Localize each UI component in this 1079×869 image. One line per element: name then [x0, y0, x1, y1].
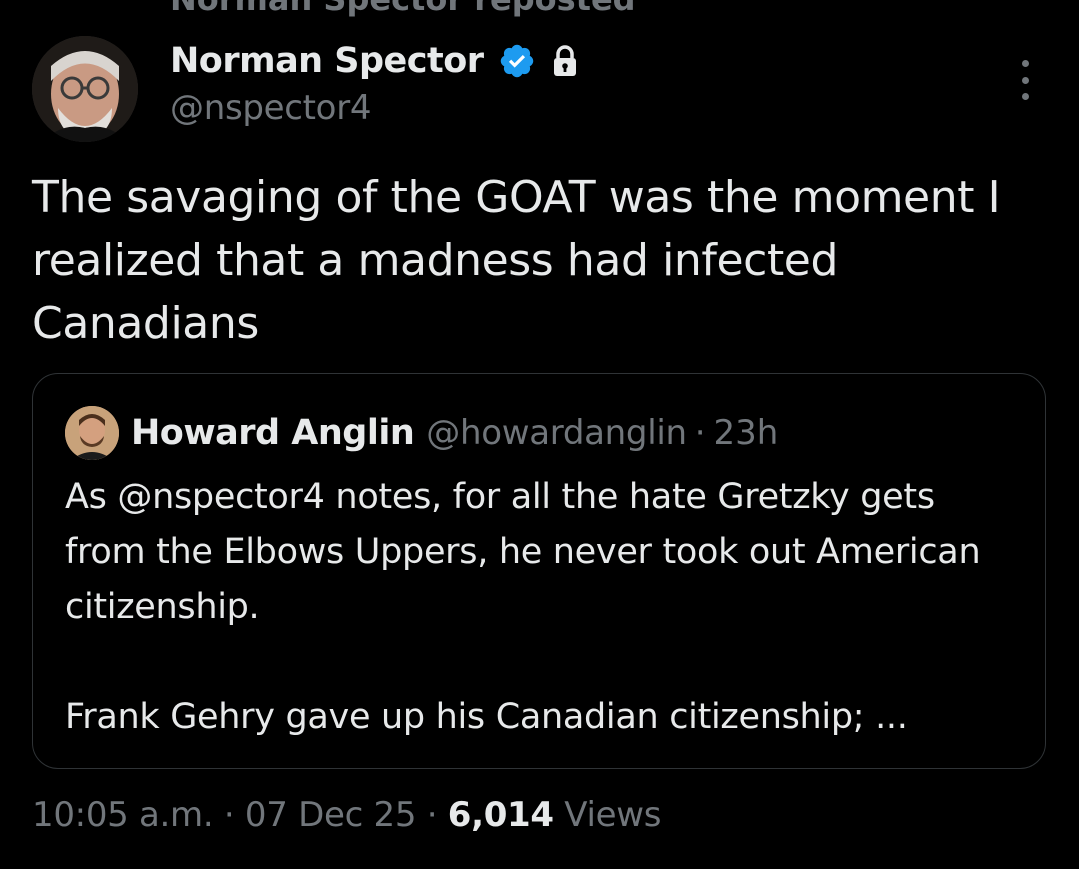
more-options-icon [1021, 93, 1029, 100]
quoted-author-handle[interactable]: @howardanglin [426, 413, 687, 453]
quoted-timestamp[interactable]: 23h [714, 413, 779, 453]
tweet-meta: 10:05 a.m. · 07 Dec 25 · 6,014 Views [32, 795, 661, 835]
author-handle[interactable]: @nspector4 [170, 88, 580, 128]
quoted-separator: · [694, 413, 706, 453]
quoted-tweet-card[interactable]: Howard Anglin @howardanglin · 23h As @ns… [32, 373, 1046, 769]
name-row: Norman Spector [170, 38, 580, 84]
author-display-name[interactable]: Norman Spector [170, 41, 484, 81]
more-options-icon [1021, 60, 1029, 67]
views-label: Views [564, 795, 662, 835]
lock-icon [550, 44, 580, 78]
quoted-author-avatar[interactable] [65, 406, 119, 460]
meta-separator: · [223, 795, 235, 835]
quoted-tweet-paragraph: Frank Gehry gave up his Canadian citizen… [65, 697, 908, 737]
author-avatar[interactable] [32, 36, 138, 142]
tweet-time[interactable]: 10:05 a.m. [32, 795, 214, 835]
more-options-button[interactable] [1010, 60, 1040, 100]
more-options-icon [1021, 76, 1029, 84]
repost-banner: Norman Spector reposted [170, 0, 636, 18]
views-count: 6,014 [447, 795, 554, 835]
quoted-tweet-body: As @nspector4 notes, for all the hate Gr… [65, 470, 1025, 745]
tweet-text: The savaging of the GOAT was the moment … [32, 172, 1001, 349]
meta-separator: · [426, 795, 438, 835]
quoted-author-name[interactable]: Howard Anglin [131, 413, 415, 453]
quoted-tweet-paragraph: As @nspector4 notes, for all the hate Gr… [65, 477, 981, 627]
tweet-date[interactable]: 07 Dec 25 [245, 795, 417, 835]
author-info: Norman Spector @nspector4 [170, 38, 580, 128]
quoted-tweet-header: Howard Anglin @howardanglin · 23h [65, 406, 778, 460]
verified-badge-icon[interactable] [498, 42, 536, 80]
